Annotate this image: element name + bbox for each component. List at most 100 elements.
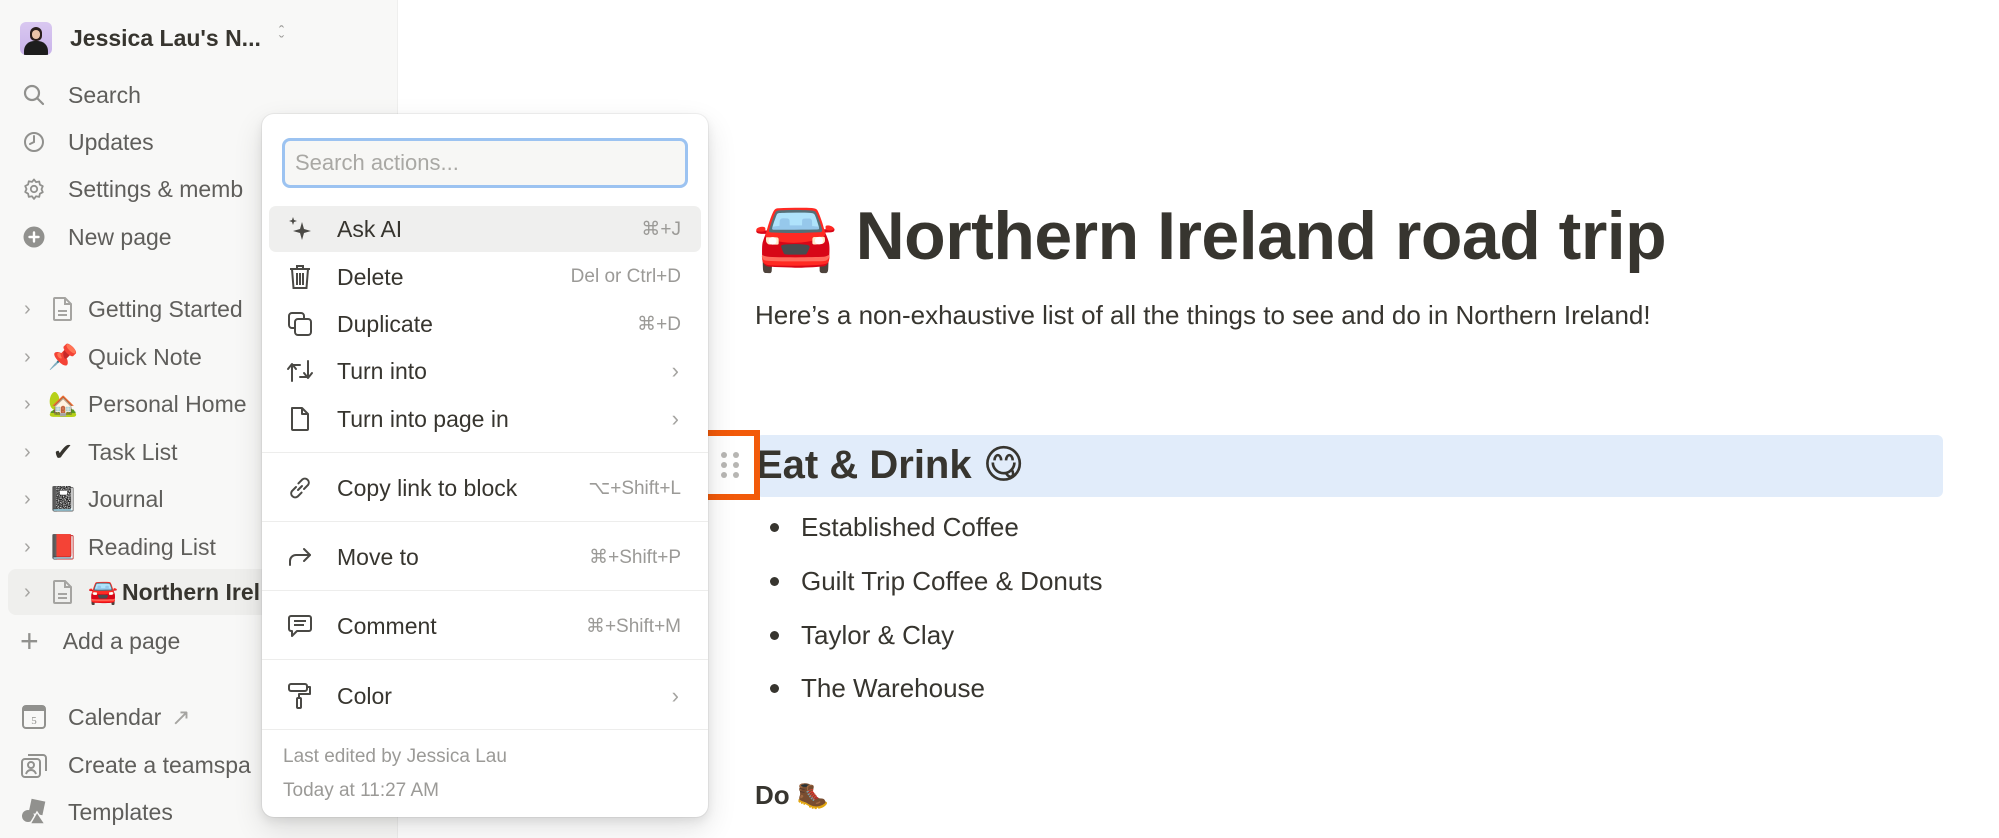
sidebar-item-label: Quick Note (88, 343, 202, 370)
car-icon[interactable]: 🚘 (753, 198, 838, 274)
sidebar-item-label: Settings & memb (68, 175, 244, 202)
workspace-switcher[interactable]: Jessica Lau's N... ˆˇ (8, 16, 390, 60)
bullet-icon (770, 683, 779, 693)
last-edited-by: Last edited by Jessica Lau (283, 746, 507, 767)
heading-eat-drink[interactable]: Eat & Drink 😋 (756, 442, 1024, 488)
sidebar-item-label: Templates (68, 798, 173, 825)
sidebar-item-label: Search (68, 81, 141, 108)
page-description[interactable]: Here’s a non-exhaustive list of all the … (755, 300, 1651, 331)
menu-item-copy-link[interactable]: Copy link to block ⌥+Shift+L (269, 465, 701, 511)
list-item[interactable]: Taylor & Clay (770, 615, 954, 655)
menu-item-color[interactable]: Color › (269, 673, 701, 719)
pushpin-icon: 📌 (48, 343, 78, 371)
link-icon (285, 473, 315, 503)
duplicate-icon (285, 309, 315, 339)
chevron-right-icon: › (671, 358, 679, 383)
list-item-text: Guilt Trip Coffee & Donuts (801, 565, 1103, 596)
sparkles-icon (285, 214, 315, 244)
list-item-text: Taylor & Clay (801, 619, 955, 650)
menu-item-move-to[interactable]: Move to ⌘+Shift+P (269, 534, 701, 580)
document-icon (48, 577, 78, 607)
chevron-right-icon: › (671, 683, 679, 708)
shortcut-hint: ⌘+Shift+M (585, 615, 681, 637)
page-icon (285, 404, 315, 434)
calendar-icon: 5 (20, 703, 48, 731)
menu-divider (262, 590, 708, 591)
bullet-icon (770, 522, 779, 532)
heading-do[interactable]: Do 🥾 (755, 780, 829, 811)
clock-icon (20, 128, 48, 156)
chevron-right-icon[interactable]: › (24, 393, 40, 416)
page-title-text: Northern Ireland road trip (855, 198, 1667, 274)
menu-divider (262, 729, 708, 730)
shortcut-hint: ⌘+Shift+P (589, 546, 681, 568)
house-icon: 🏡 (48, 390, 78, 418)
menu-item-label: Delete (337, 263, 404, 290)
menu-item-turn-into-page-in[interactable]: Turn into page in › (269, 396, 701, 442)
sidebar-item-label: Personal Home (88, 390, 247, 417)
menu-item-label: Color (337, 682, 392, 709)
menu-item-duplicate[interactable]: Duplicate ⌘+D (269, 301, 701, 347)
car-icon: 🚘 (88, 578, 118, 606)
list-item[interactable]: Established Coffee (770, 507, 1019, 547)
sidebar-item-label: Task List (88, 438, 178, 465)
list-item[interactable]: Guilt Trip Coffee & Donuts (770, 561, 1103, 601)
sidebar-item-label: Updates (68, 128, 154, 155)
menu-item-label: Copy link to block (337, 474, 518, 501)
list-item-text: Established Coffee (801, 511, 1019, 542)
bullet-icon (770, 630, 779, 640)
chevron-updown-icon: ˆˇ (278, 24, 285, 51)
search-actions-input[interactable] (282, 138, 688, 188)
menu-item-label: Ask AI (337, 215, 403, 242)
chevron-right-icon[interactable]: › (24, 298, 40, 321)
shortcut-hint: ⌥+Shift+L (588, 477, 681, 499)
page-title[interactable]: 🚘 Northern Ireland road trip (753, 196, 1667, 276)
menu-item-turn-into[interactable]: Turn into › (269, 348, 701, 394)
sidebar-item-label: Create a teamspa (68, 751, 251, 778)
gear-icon (20, 175, 48, 203)
shortcut-hint: Del or Ctrl+D (570, 266, 681, 287)
menu-divider (262, 659, 708, 660)
list-item-text: The Warehouse (801, 672, 986, 703)
shortcut-hint: ⌘+D (637, 313, 681, 335)
sidebar-item-label: Getting Started (88, 295, 243, 322)
menu-item-comment[interactable]: Comment ⌘+Shift+M (269, 603, 701, 649)
sidebar-item-label: Calendar (68, 703, 162, 730)
avatar (20, 21, 52, 55)
workspace-name: Jessica Lau's N... (70, 24, 261, 51)
menu-item-label: Turn into (337, 357, 427, 384)
chevron-right-icon[interactable]: › (24, 441, 40, 464)
comment-icon (285, 611, 315, 641)
menu-item-delete[interactable]: Delete Del or Ctrl+D (269, 254, 701, 300)
heading-text: Do (755, 780, 790, 810)
sidebar-item-label: Reading List (88, 533, 216, 560)
last-edited-time: Today at 11:27 AM (283, 780, 439, 801)
sidebar-item-label: Add a page (62, 627, 181, 654)
chevron-right-icon[interactable]: › (24, 581, 40, 604)
sidebar-item-label: New page (68, 223, 172, 250)
turn-into-icon (285, 356, 315, 386)
shortcut-hint: ⌘+J (641, 218, 681, 240)
sidebar-item-search[interactable]: Search (8, 73, 390, 117)
teamspace-icon (20, 751, 48, 779)
svg-text:5: 5 (31, 715, 37, 727)
sidebar-item-label: Northern Irel (122, 578, 261, 605)
trash-icon (285, 262, 315, 292)
notebook-icon: 📓 (48, 485, 78, 513)
block-actions-menu: Ask AI ⌘+J Delete Del or Ctrl+D Duplicat… (262, 114, 708, 817)
menu-divider (262, 521, 708, 522)
block-drag-handle[interactable] (700, 430, 760, 500)
menu-item-label: Duplicate (337, 310, 433, 337)
plus-icon: + (20, 623, 39, 659)
chevron-right-icon[interactable]: › (24, 488, 40, 511)
chevron-right-icon[interactable]: › (24, 536, 40, 559)
sidebar-item-label: Journal (88, 485, 164, 512)
drag-handle-icon (721, 452, 739, 478)
move-arrow-icon (285, 542, 315, 572)
menu-item-label: Move to (337, 543, 419, 570)
menu-item-ask-ai[interactable]: Ask AI ⌘+J (269, 206, 701, 252)
hiking-boot-icon: 🥾 (796, 780, 830, 810)
plus-circle-icon (20, 223, 48, 251)
chevron-right-icon[interactable]: › (24, 346, 40, 369)
list-item[interactable]: The Warehouse (770, 668, 985, 708)
